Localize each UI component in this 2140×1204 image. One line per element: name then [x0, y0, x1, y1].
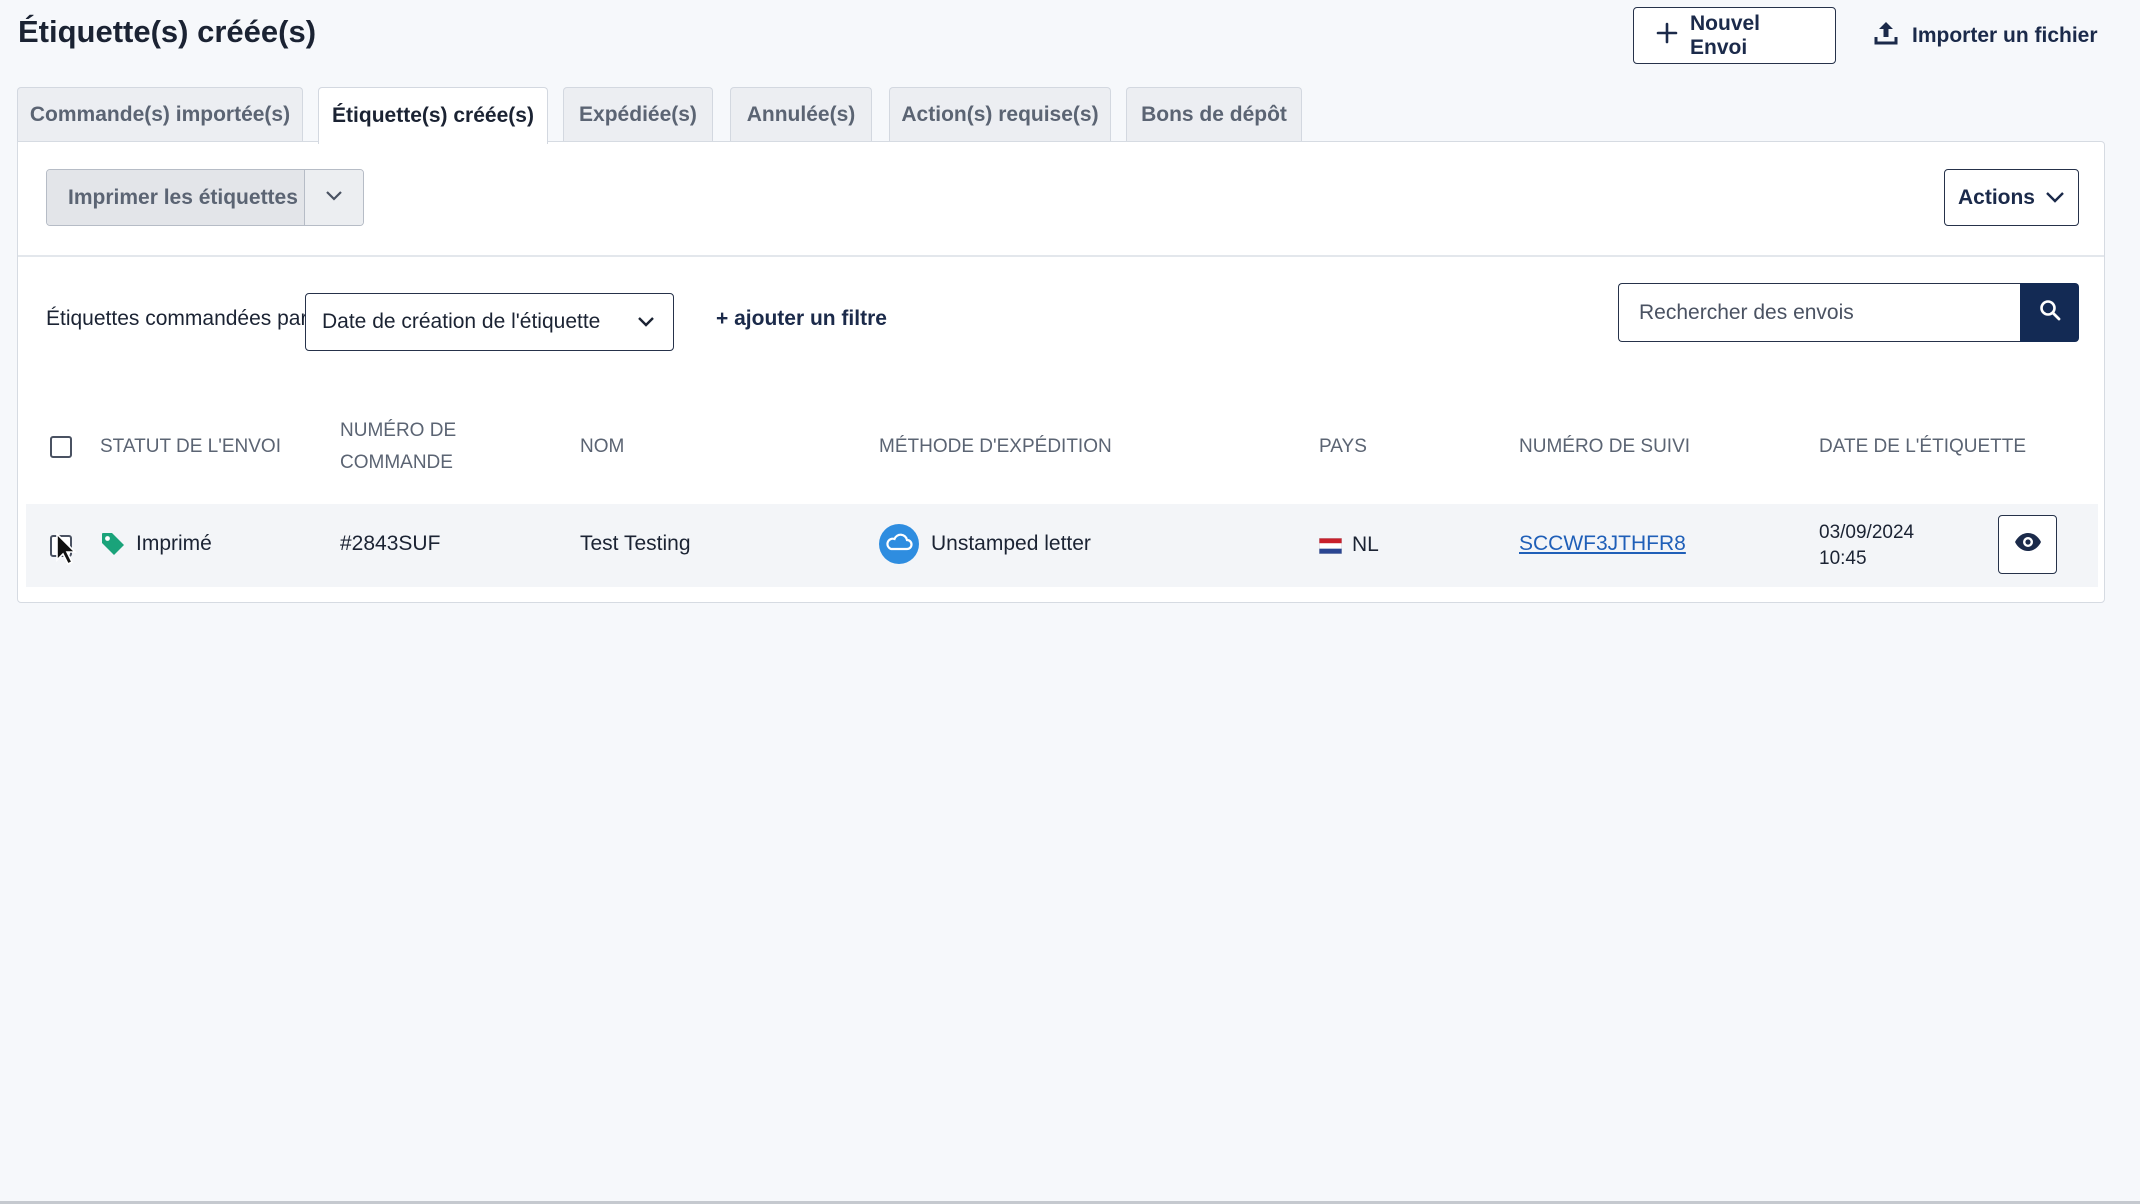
- eye-icon: [2014, 532, 2042, 557]
- sort-by-value: Date de création de l'étiquette: [322, 310, 601, 333]
- shipment-status: Imprimé: [136, 532, 212, 555]
- column-header-order-line1: NUMÉRO DE: [340, 420, 457, 441]
- column-header-order-number: NUMÉRO DE COMMANDE: [340, 415, 456, 479]
- upload-icon: [1872, 19, 1900, 53]
- search-button[interactable]: [2020, 283, 2079, 342]
- tab-action-required[interactable]: Action(s) requise(s): [889, 87, 1111, 142]
- column-header-status: STATUT DE L'ENVOI: [100, 436, 281, 457]
- import-file-button[interactable]: Importer un fichier: [1850, 7, 2120, 64]
- toolbar-divider: [18, 255, 2104, 257]
- shipping-method: Unstamped letter: [931, 532, 1091, 555]
- add-filter-link[interactable]: + ajouter un filtre: [716, 307, 887, 331]
- tab-deposit-slips[interactable]: Bons de dépôt: [1126, 87, 1302, 142]
- label-date-day: 03/09/2024: [1819, 522, 1915, 543]
- search-icon: [2039, 299, 2061, 326]
- chevron-down-icon: [2045, 186, 2065, 210]
- labels-panel: Imprimer les étiquettes Actions Étiquett…: [17, 141, 2105, 603]
- print-labels-button[interactable]: Imprimer les étiquettes: [47, 170, 305, 225]
- view-shipment-button[interactable]: [1998, 515, 2057, 574]
- tab-imported-orders[interactable]: Commande(s) importée(s): [17, 87, 303, 142]
- order-number: #2843SUF: [340, 532, 441, 555]
- new-shipment-button[interactable]: Nouvel Envoi: [1633, 7, 1836, 64]
- label-date-time: 10:45: [1819, 548, 1867, 569]
- actions-label: Actions: [1957, 185, 2035, 209]
- new-shipment-label: Nouvel Envoi: [1690, 11, 1761, 59]
- chevron-down-icon: [637, 310, 655, 334]
- netherlands-flag-icon: [1318, 537, 1343, 555]
- mouse-cursor-icon: [55, 532, 77, 571]
- search-input[interactable]: [1618, 283, 2020, 342]
- column-header-tracking: NUMÉRO DE SUIVI: [1519, 436, 1691, 457]
- print-labels-split-button: Imprimer les étiquettes: [46, 169, 364, 226]
- import-file-label: Importer un fichier: [1912, 23, 2098, 47]
- recipient-name: Test Testing: [580, 532, 691, 555]
- search-bar: [1618, 283, 2079, 342]
- tag-icon: [100, 531, 126, 562]
- tab-shipped[interactable]: Expédiée(s): [563, 87, 713, 142]
- column-header-name: NOM: [580, 436, 625, 457]
- label-date: 03/09/2024 10:45: [1819, 520, 1914, 572]
- sort-by-label: Étiquettes commandées par: [46, 307, 308, 330]
- column-header-label-date: DATE DE L'ÉTIQUETTE: [1819, 436, 2027, 457]
- country-code: NL: [1352, 533, 1379, 556]
- select-all-checkbox[interactable]: [50, 436, 72, 458]
- cloud-icon: [879, 524, 919, 569]
- column-header-country: PAYS: [1319, 436, 1367, 457]
- sort-by-select[interactable]: Date de création de l'étiquette: [305, 293, 674, 351]
- tab-cancelled[interactable]: Annulée(s): [730, 87, 872, 142]
- tracking-number-link[interactable]: SCCWF3JTHFR8: [1519, 532, 1686, 556]
- tab-created-labels[interactable]: Étiquette(s) créée(s): [318, 87, 548, 144]
- print-options-toggle[interactable]: [305, 170, 363, 225]
- chevron-down-icon: [325, 189, 343, 207]
- page-title: Étiquette(s) créée(s): [18, 14, 317, 49]
- actions-dropdown[interactable]: Actions: [1944, 169, 2079, 226]
- column-header-order-line2: COMMANDE: [340, 452, 453, 473]
- column-header-shipping-method: MÉTHODE D'EXPÉDITION: [879, 436, 1112, 457]
- plus-icon: [1656, 22, 1678, 50]
